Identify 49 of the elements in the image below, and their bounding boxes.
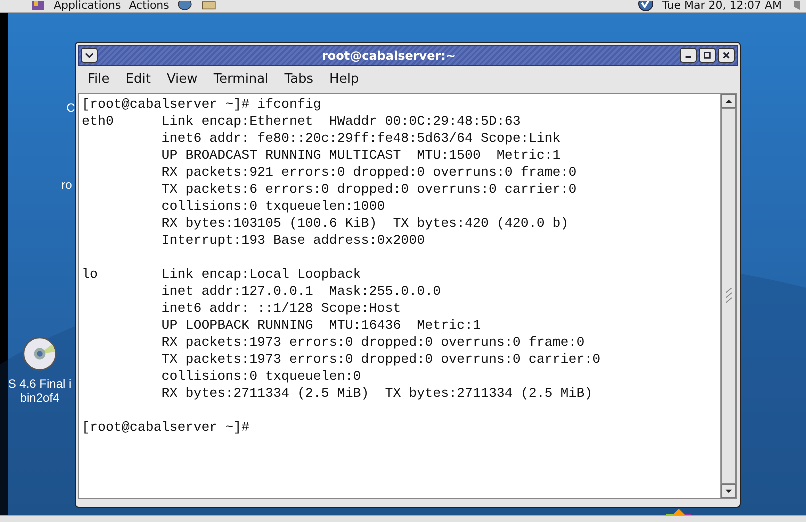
terminal-line: inet addr:127.0.0.1 Mask:255.0.0.0	[160, 284, 442, 299]
terminal-line: UP LOOPBACK RUNNING MTU:16436 Metric:1	[160, 318, 481, 333]
terminal-line: TX packets:6 errors:0 dropped:0 overruns:0 carrier:0	[160, 182, 577, 197]
chevron-down-icon	[85, 51, 94, 60]
terminal-line: TX packets:1973 errors:0 dropped:0 overruns:0 carrier:0	[160, 352, 601, 367]
terminal-line: [root@cabalserver ~]#	[82, 420, 250, 435]
down-arrow-icon	[724, 488, 732, 494]
maximize-button[interactable]	[699, 48, 716, 63]
desktop-icon-label[interactable]: bin2of4	[20, 391, 60, 405]
terminal-line: RX bytes:2711334 (2.5 MiB) TX bytes:2711334 (2.5 MiB)	[160, 386, 593, 401]
logo-icon	[30, 1, 46, 11]
desktop-icon-label[interactable]: ro	[62, 178, 72, 192]
menu-item[interactable]: Tabs	[284, 72, 314, 86]
terminal-line: eth0 Link encap:Ethernet HWaddr 00:0C:29:48:5D:63	[82, 114, 521, 129]
terminal-line: Interrupt:193 Base address:0x2000	[160, 233, 426, 248]
up-arrow-icon	[724, 98, 732, 104]
scroll-down-button[interactable]	[721, 484, 736, 498]
update-check-icon[interactable]	[638, 1, 654, 11]
terminal-line: RX packets:1973 errors:0 dropped:0 overruns:0 frame:0	[160, 335, 585, 350]
terminal-line: lo Link encap:Local Loopback	[82, 267, 362, 282]
panel-menu[interactable]: Actions	[129, 0, 170, 12]
desktop-icon-label[interactable]: S 4.6 Final i	[8, 377, 72, 391]
menu-item[interactable]: File	[88, 72, 110, 86]
menu-item[interactable]: Edit	[126, 72, 151, 86]
desktop-icon-label[interactable]: C	[66, 101, 76, 115]
terminal-line: collisions:0 txqueuelen:1000	[160, 199, 386, 214]
maximize-icon	[703, 51, 712, 60]
terminal-line: inet6 addr: ::1/128 Scope:Host	[160, 301, 402, 316]
terminal-line: RX packets:921 errors:0 dropped:0 overruns:0 frame:0	[160, 165, 577, 180]
terminal-line: [root@cabalserver ~]# ifconfig	[82, 97, 322, 112]
window-title: root@cabalserver:~	[320, 48, 458, 62]
terminal-line: RX bytes:103105 (100.6 KiB) TX bytes:420 (420.0 b)	[160, 216, 569, 231]
menu-item[interactable]: Help	[330, 72, 360, 86]
terminal-line: UP BROADCAST RUNNING MULTICAST MTU:1500 Metric:1	[160, 148, 561, 163]
clock[interactable]: Tue Mar 20, 12:07 AM	[662, 0, 782, 12]
minimize-button[interactable]	[680, 48, 697, 63]
globe-icon[interactable]	[177, 1, 194, 11]
terminal-line: inet6 addr: fe80::20c:29ff:fe48:5d63/64 Scope:Link	[160, 131, 561, 146]
scroll-up-button[interactable]	[721, 94, 736, 108]
grip-icon	[726, 288, 732, 304]
cd-icon[interactable]	[21, 335, 59, 373]
close-button[interactable]	[718, 48, 735, 63]
close-icon	[722, 51, 731, 60]
panel-menu[interactable]: Applications	[54, 0, 122, 12]
menu-item[interactable]: View	[166, 72, 198, 86]
menu-item[interactable]: Terminal	[214, 72, 269, 86]
envelope-icon[interactable]	[201, 1, 218, 11]
window-menu-button[interactable]	[81, 48, 98, 63]
terminal-line: collisions:0 txqueuelen:0	[160, 369, 362, 384]
